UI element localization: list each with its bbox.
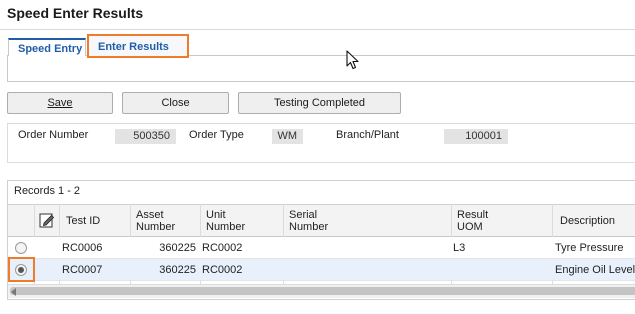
records-count: Records 1 - 2 <box>14 185 81 197</box>
order-number-value: 500350 <box>115 129 176 144</box>
cell-asset-number: 360225 <box>159 242 196 254</box>
branch-plant-label: Branch/Plant <box>336 129 399 141</box>
mouse-pointer-icon <box>346 50 359 70</box>
cell-test-id: RC0006 <box>62 242 103 254</box>
tab-panel <box>7 55 635 82</box>
col-asset-number-line2: Number <box>136 221 176 233</box>
cell-unit-number: RC0002 <box>202 264 243 276</box>
branch-plant-value: 100001 <box>444 129 508 144</box>
col-result-uom-line2: UOM <box>457 221 483 233</box>
col-serial-number-line2: Number <box>289 221 329 233</box>
page-title: Speed Enter Results <box>7 5 144 21</box>
col-result-uom[interactable]: Result UOM <box>457 209 488 233</box>
col-test-id[interactable]: Test ID <box>66 215 100 227</box>
scrollbar-thumb[interactable] <box>10 287 635 295</box>
col-asset-number-line1: Asset <box>136 209 164 221</box>
col-result-uom-line1: Result <box>457 209 489 221</box>
col-asset-number[interactable]: Asset Number <box>136 209 175 233</box>
row-select-radio[interactable] <box>15 242 27 254</box>
close-button[interactable]: Close <box>122 92 229 114</box>
cell-description: Engine Oil Level <box>555 264 635 276</box>
testing-completed-button[interactable]: Testing Completed <box>238 92 401 114</box>
col-unit-number[interactable]: Unit Number <box>206 209 245 233</box>
col-unit-number-line2: Number <box>206 221 246 233</box>
order-number-label: Order Number <box>18 129 89 141</box>
order-type-value: WM <box>272 129 303 144</box>
cell-unit-number: RC0002 <box>202 242 243 254</box>
pencil-edit-icon[interactable] <box>39 212 55 228</box>
save-button-label: Save <box>47 97 73 109</box>
radio-highlight <box>8 257 35 282</box>
order-header-panel <box>7 123 635 163</box>
cell-result-uom: L3 <box>453 242 466 254</box>
col-unit-number-line1: Unit <box>206 209 226 221</box>
save-button[interactable]: Save <box>7 92 113 114</box>
tab-speed-entry[interactable]: Speed Entry <box>8 38 86 56</box>
col-serial-number-line1: Serial <box>289 209 318 221</box>
cell-asset-number: 360225 <box>159 264 196 276</box>
col-serial-number[interactable]: Serial Number <box>289 209 328 233</box>
scroll-left-arrow-icon[interactable] <box>11 288 16 296</box>
cell-test-id: RC0007 <box>62 264 103 276</box>
col-description[interactable]: Description <box>560 215 615 227</box>
cell-description: Tyre Pressure <box>555 242 624 254</box>
tab-enter-results[interactable]: Enter Results <box>87 34 189 58</box>
title-divider <box>0 29 635 30</box>
order-type-label: Order Type <box>189 129 244 141</box>
